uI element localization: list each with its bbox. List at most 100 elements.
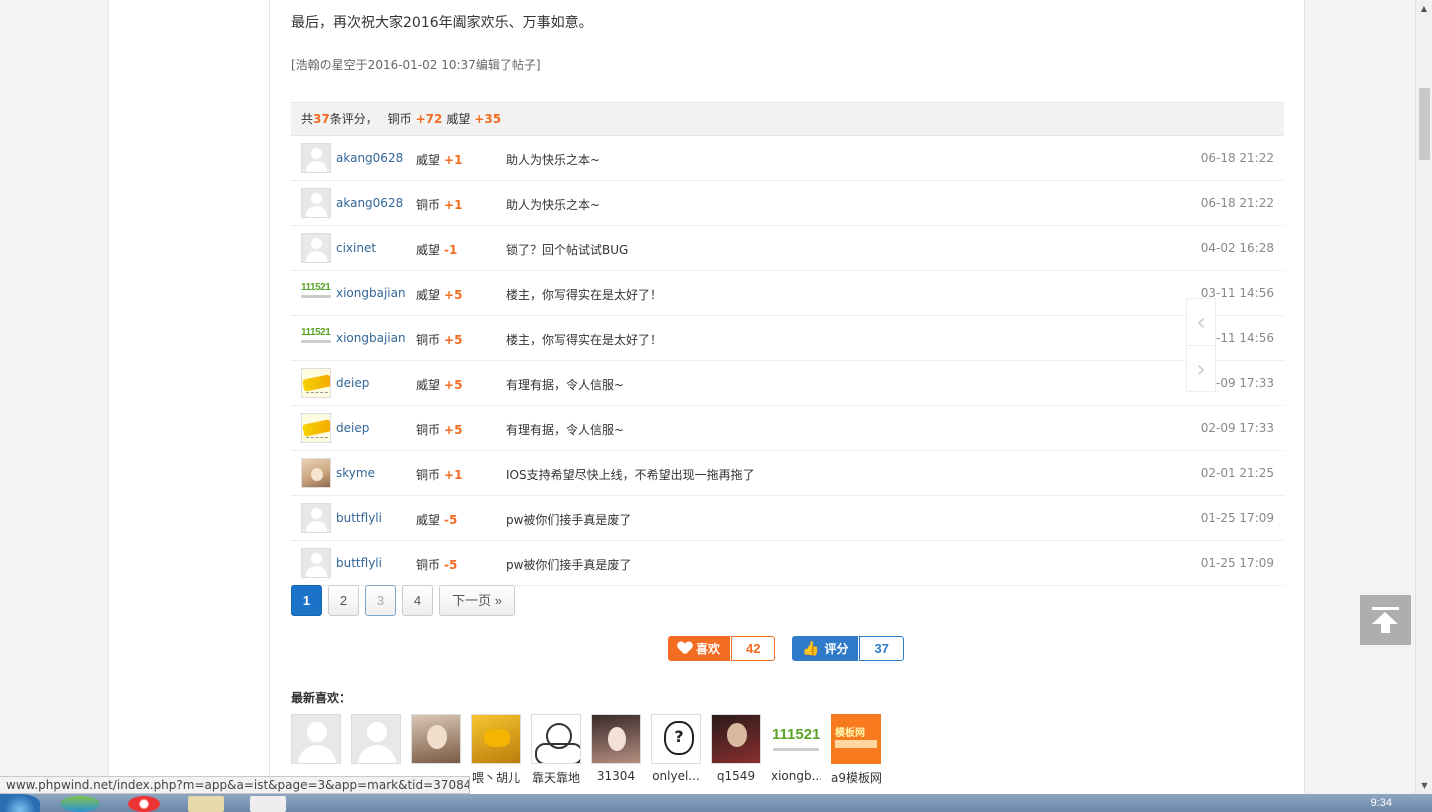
rating-reason: IOS支持希望尽快上线，不希望出现一拖再拖了 — [506, 468, 755, 482]
liker-avatar[interactable] — [351, 714, 401, 764]
summary-prefix: 共 — [301, 112, 314, 126]
rating-time: 06-18 21:22 — [1200, 196, 1274, 210]
user-avatar[interactable] — [301, 413, 331, 443]
status-url: www.phpwind.net/index.php?m=app&a=ist&pa… — [0, 776, 470, 794]
user-avatar[interactable] — [301, 143, 331, 173]
taskbar-clock: 9:34 — [1370, 797, 1392, 809]
user-avatar[interactable] — [301, 458, 331, 488]
rating-type: 威望 +5 — [416, 286, 462, 303]
rater-username[interactable]: buttflyli — [336, 556, 382, 570]
rater-username[interactable]: xiongbajian — [336, 331, 406, 345]
rating-type: 威望 -5 — [416, 511, 457, 528]
rating-list: 共37条评分， 铜币 +72 威望 +35 akang0628 威望 +1 助人为快乐之本~… — [291, 102, 1284, 586]
rating-row: akang0628 铜币 +1 助人为快乐之本~ 06-18 21:22 — [291, 181, 1284, 226]
liker-item[interactable]: q1549 — [711, 714, 761, 786]
page-1-button[interactable]: 1 — [291, 585, 322, 616]
like-button[interactable]: 喜欢 — [668, 636, 731, 661]
vertical-scrollbar[interactable]: ▲ ▼ — [1415, 0, 1432, 794]
rating-reason: 助人为快乐之本~ — [506, 198, 601, 212]
rater-username[interactable]: buttflyli — [336, 511, 382, 525]
notepad-icon[interactable] — [250, 796, 286, 812]
page-left-margin — [0, 0, 108, 812]
rating-row: akang0628 威望 +1 助人为快乐之本~ 06-18 21:22 — [291, 136, 1284, 181]
next-page-button[interactable]: 下一页 » — [439, 585, 515, 616]
rating-type-label: 铜币 — [416, 558, 441, 572]
liker-name[interactable]: 靠天靠地 — [531, 769, 581, 786]
liker-item[interactable]: 模板网 a9模板网 — [831, 714, 881, 786]
liker-avatar[interactable] — [291, 714, 341, 764]
back-to-top-icon — [1372, 607, 1399, 610]
rating-reason: pw被你们接手真是废了 — [506, 558, 632, 572]
liker-avatar[interactable] — [471, 714, 521, 764]
liker-name[interactable]: q1549 — [711, 769, 761, 783]
page-3-button[interactable]: 3 — [365, 585, 396, 616]
scrollbar-thumb[interactable] — [1419, 88, 1430, 160]
liker-item[interactable]: 喂丶胡儿 — [471, 714, 521, 786]
rating-reason: 有理有据，令人信服~ — [506, 378, 625, 392]
user-avatar[interactable] — [301, 503, 331, 533]
rating-value: +1 — [444, 468, 463, 482]
user-avatar[interactable] — [301, 188, 331, 218]
rating-time: 02-09 17:33 — [1200, 421, 1274, 435]
liker-name[interactable]: 喂丶胡儿 — [471, 769, 521, 786]
avatar-logo-text: 111521 — [301, 282, 331, 293]
liker-item[interactable]: onlyel... — [651, 714, 701, 786]
liker-name[interactable]: 31304 — [591, 769, 641, 783]
rater-username[interactable]: akang0628 — [336, 151, 403, 165]
rating-value: +1 — [444, 153, 463, 167]
rating-type-label: 威望 — [416, 288, 441, 302]
rating-time: 06-18 21:22 — [1200, 151, 1274, 165]
like-action: 喜欢 42 — [668, 636, 776, 661]
liker-avatar[interactable]: 111521 — [771, 714, 821, 764]
rating-row: cixinet 威望 -1 锁了？回个帖试试BUG 04-02 16:28 — [291, 226, 1284, 271]
taskbar-app-icon[interactable] — [60, 796, 100, 812]
page-4-button[interactable]: 4 — [402, 585, 433, 616]
liker-item[interactable]: 111521 xiongb... — [771, 714, 821, 786]
rating-row: buttflyli 铜币 -5 pw被你们接手真是废了 01-25 17:09 — [291, 541, 1284, 586]
folder-icon[interactable] — [188, 796, 224, 812]
liker-avatar[interactable] — [411, 714, 461, 764]
rating-reason: pw被你们接手真是废了 — [506, 513, 632, 527]
liker-item[interactable]: 靠天靠地 — [531, 714, 581, 786]
scroll-up-icon[interactable]: ▲ — [1416, 0, 1432, 17]
user-avatar[interactable]: 111521 — [301, 278, 331, 308]
liker-name[interactable]: onlyel... — [651, 769, 701, 783]
liker-logo-text: 模板网 — [835, 728, 865, 739]
rater-username[interactable]: akang0628 — [336, 196, 403, 210]
liker-avatar[interactable] — [651, 714, 701, 764]
liker-avatar[interactable] — [711, 714, 761, 764]
rating-type: 铜币 +1 — [416, 466, 462, 483]
rating-value: +5 — [444, 333, 463, 347]
rater-username[interactable]: skyme — [336, 466, 375, 480]
rater-username[interactable]: deiep — [336, 421, 369, 435]
rating-type-label: 铜币 — [416, 198, 441, 212]
liker-item[interactable]: 31304 — [591, 714, 641, 786]
rate-action: 👍 评分 37 — [792, 636, 904, 661]
next-post-arrow-icon[interactable]: › — [1187, 345, 1215, 391]
user-avatar[interactable] — [301, 233, 331, 263]
user-avatar[interactable] — [301, 548, 331, 578]
rating-type-label: 铜币 — [416, 333, 441, 347]
back-to-top-button[interactable] — [1360, 595, 1411, 645]
liker-avatar[interactable] — [591, 714, 641, 764]
liker-avatar[interactable] — [531, 714, 581, 764]
liker-avatar[interactable]: 模板网 — [831, 714, 881, 764]
prev-post-arrow-icon[interactable]: ‹ — [1187, 299, 1215, 345]
browser-icon[interactable] — [128, 796, 160, 812]
rater-username[interactable]: cixinet — [336, 241, 376, 255]
rater-username[interactable]: xiongbajian — [336, 286, 406, 300]
rating-type: 铜币 +5 — [416, 331, 462, 348]
liker-name[interactable]: xiongb... — [771, 769, 821, 783]
rating-reason: 助人为快乐之本~ — [506, 153, 601, 167]
user-avatar[interactable] — [301, 368, 331, 398]
page-2-button[interactable]: 2 — [328, 585, 359, 616]
rate-button[interactable]: 👍 评分 — [792, 636, 859, 661]
scroll-down-icon[interactable]: ▼ — [1416, 777, 1432, 794]
like-count: 42 — [731, 636, 776, 661]
start-button-icon[interactable] — [0, 794, 40, 812]
rater-username[interactable]: deiep — [336, 376, 369, 390]
rating-value: +5 — [444, 378, 463, 392]
user-avatar[interactable]: 111521 — [301, 323, 331, 353]
coin-label: 铜币 — [387, 112, 412, 126]
liker-name[interactable]: a9模板网 — [831, 769, 881, 786]
